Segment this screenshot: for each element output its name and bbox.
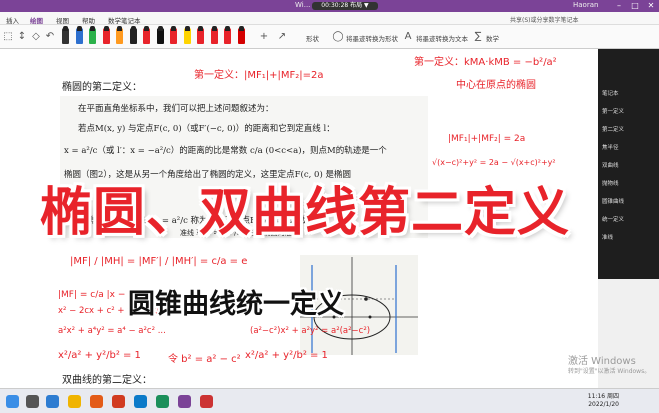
eraser-icon[interactable]: ◇ [30,31,42,42]
textbook-line-2: 若点M(x, y) 与定点F(c, 0)（或F′(−c, 0)）的距离和它到定直… [78,124,335,134]
excel-icon[interactable] [156,395,169,408]
annotation-step-c: (a²−c²)x² + a²y² = a²(a²−c²) [250,326,371,336]
pen-9[interactable] [170,26,177,44]
sidebar-page-item[interactable]: 圆锥曲线 [602,197,624,205]
video-title: 椭圆、双曲线第二定义 [40,183,571,243]
pen-13[interactable] [224,26,231,44]
annotation-first-def-right: 第一定义：kMA·kMB = −b²/a² [414,57,557,68]
pen-4[interactable] [102,26,110,44]
recorder-icon[interactable] [200,395,213,408]
textbook-line-1: 在平面直角坐标系中，我们可以把上述问题叙述为： [78,104,274,114]
pen-11[interactable] [197,26,204,44]
system-clock[interactable]: 11:16 周四 2022/1/20 [588,393,619,409]
word-icon[interactable] [134,395,147,408]
clock-time: 11:16 周四 [587,393,619,400]
activate-windows-hint: 转到"设置"以激活 Windows。 [568,368,651,375]
undo-icon[interactable]: ↶ [44,31,56,42]
sidebar-page-item[interactable]: 焦半径 [602,143,619,151]
ribbon-tabs: 插入 绘图 视图 帮助 数学笔记本 共享(S)或分享数字笔记本 [0,12,659,25]
ellipse-second-def-heading: 椭圆的第二定义： [62,82,142,93]
firefox-icon[interactable] [90,395,103,408]
activate-windows-title: 激活 Windows [568,356,636,367]
sidebar-page-item[interactable]: 第二定义 [602,125,624,133]
ink-to-text-button[interactable]: 将墨迹转换为文本 [416,33,468,43]
tab-draw[interactable]: 绘图 [30,15,43,25]
annotation-eq2: √(x−c)²+y² = 2a − √(x+c)²+y² [432,158,556,167]
pen-12[interactable] [210,26,218,44]
tab-math-notebook[interactable]: 数学笔记本 [108,15,141,25]
lasso-select-icon[interactable]: ⬚ [2,31,14,42]
close-icon[interactable]: ✕ [644,0,658,12]
page-list-sidebar: 笔记本第一定义第二定义焦半径双曲线抛物线圆锥曲线统一定义准线 [598,49,659,279]
pen-8[interactable] [156,26,164,44]
pen-1[interactable] [62,26,69,44]
maximize-icon[interactable]: □ [628,0,642,12]
screen: { "window": { "app_title": "Wi... ...ote… [0,0,659,413]
ink-to-shape-button[interactable]: 将墨迹转换为形状 [346,33,398,43]
tab-help[interactable]: 帮助 [82,15,95,25]
user-name[interactable]: Haoran [573,1,598,9]
pen-7[interactable] [143,26,150,44]
hyperbola-second-def-heading: 双曲线的第二定义： [62,375,152,386]
pen-14[interactable] [237,26,245,44]
pen-3[interactable] [89,26,96,44]
annotation-eq1: |MF₁|+|MF₂| = 2a [448,134,526,144]
annotation-result-1: x²/a² + y²/b² = 1 [58,350,141,361]
add-space-icon[interactable]: ↕ [16,31,28,42]
sidebar-page-item[interactable]: 笔记本 [602,89,619,97]
video-subtitle: 圆锥曲线统一定义 [128,289,344,320]
sidebar-page-item[interactable]: 统一定义 [602,215,624,223]
ink-text-icon[interactable]: A [402,31,414,42]
annotation-center-origin: 中心在原点的椭圆 [456,80,536,91]
search-icon[interactable] [26,395,39,408]
pen-2[interactable] [75,26,83,44]
annotation-ratio: |MF| / |MH| = |MF′| / |MH′| = c/a = e [70,256,248,267]
shape-icon[interactable]: ◯ [332,31,344,42]
tab-insert[interactable]: 插入 [6,15,19,25]
annotation-step-b: a²x² + a⁴y² = a⁴ − a²c² ... [58,326,166,336]
pen-10[interactable] [183,26,191,44]
sidebar-page-item[interactable]: 第一定义 [602,107,624,115]
minimize-icon[interactable]: – [612,0,626,12]
point-m [364,297,368,301]
recording-indicator[interactable]: 00:30:28 布局 ▼ [312,2,378,10]
annotation-first-def: 第一定义：|MF₁|+|MF₂|=2a [194,70,324,81]
annotation-let-b: 令 b² = a² − c² [168,354,241,365]
office-icon[interactable] [112,395,125,408]
math-button[interactable]: 数学 [486,33,499,43]
title-bar: Wi... ...ote 00:30:28 布局 ▼ Haoran – □ ✕ [0,0,659,12]
sidebar-page-item[interactable]: 抛物线 [602,179,619,187]
ruler-icon[interactable]: ↗ [276,31,288,42]
tab-view[interactable]: 视图 [56,15,69,25]
share-button[interactable]: 共享(S)或分享数字笔记本 [510,15,579,24]
lasso-label[interactable]: 形状 [306,33,319,43]
math-icon[interactable]: ∑ [472,31,484,42]
pen-5[interactable] [116,26,123,44]
textbook-line-3: x = a²/c（或 l′：x = −a²/c）的距离的比是常数 c/a (0<… [64,146,387,156]
annotation-result-2: x²/a² + y²/b² = 1 [245,350,328,361]
draw-toolbar: ⬚ ↕ ◇ ↶ + ↗ 形状 ◯ 将墨迹转换为形状 A 将墨迹转换为文本 ∑ 数… [0,25,659,49]
clock-date: 2022/1/20 [588,401,619,408]
sidebar-page-item[interactable]: 准线 [602,233,613,241]
edge-icon[interactable] [46,395,59,408]
pen-6[interactable] [129,26,137,44]
folder-icon[interactable] [68,395,81,408]
focus-right [368,315,372,319]
start-icon[interactable] [6,395,19,408]
sidebar-page-item[interactable]: 双曲线 [602,161,619,169]
add-pen-icon[interactable]: + [258,31,270,42]
taskbar: 11:16 周四 2022/1/20 [0,388,659,413]
onenote-icon[interactable] [178,395,191,408]
